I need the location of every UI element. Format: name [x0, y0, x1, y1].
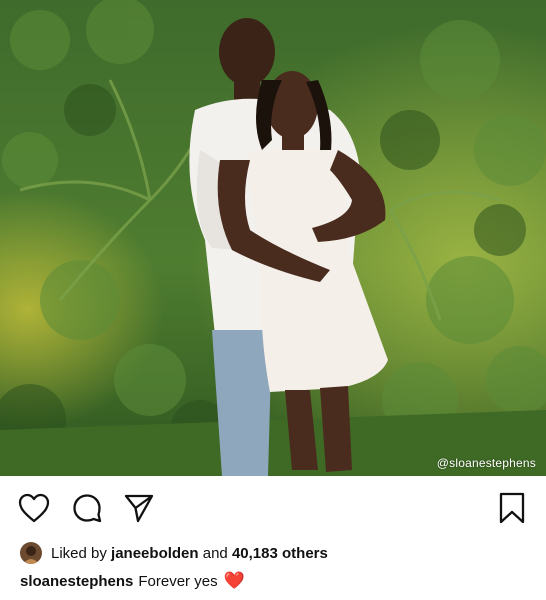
- likes-summary: Liked by janeebolden and 40,183 others: [20, 540, 328, 566]
- liker-username[interactable]: janeebolden: [111, 545, 199, 562]
- man-head: [219, 18, 275, 86]
- liker-avatar[interactable]: [20, 542, 42, 564]
- likes-and: and: [198, 544, 232, 562]
- caption-text: Forever yes: [138, 572, 218, 590]
- caption-username[interactable]: sloanestephens: [20, 573, 133, 590]
- photo-watermark: @sloanestephens: [436, 456, 536, 470]
- save-button[interactable]: [494, 490, 530, 526]
- likes-prefix: Liked by: [51, 544, 112, 562]
- comment-button[interactable]: [69, 490, 105, 526]
- photo-illustration: [0, 0, 546, 476]
- post-action-bar: [0, 486, 546, 530]
- paper-plane-icon: [124, 494, 154, 523]
- like-button[interactable]: [16, 490, 52, 526]
- post-caption: sloanestephens Forever yes ❤️: [20, 569, 245, 593]
- post-photo[interactable]: @sloanestephens: [0, 0, 546, 476]
- heart-outline-icon: [18, 493, 50, 523]
- share-button[interactable]: [121, 490, 157, 526]
- red-heart-emoji: ❤️: [223, 571, 245, 590]
- bookmark-icon: [499, 492, 525, 524]
- comment-bubble-icon: [73, 494, 102, 523]
- likes-count[interactable]: 40,183 others: [232, 545, 328, 562]
